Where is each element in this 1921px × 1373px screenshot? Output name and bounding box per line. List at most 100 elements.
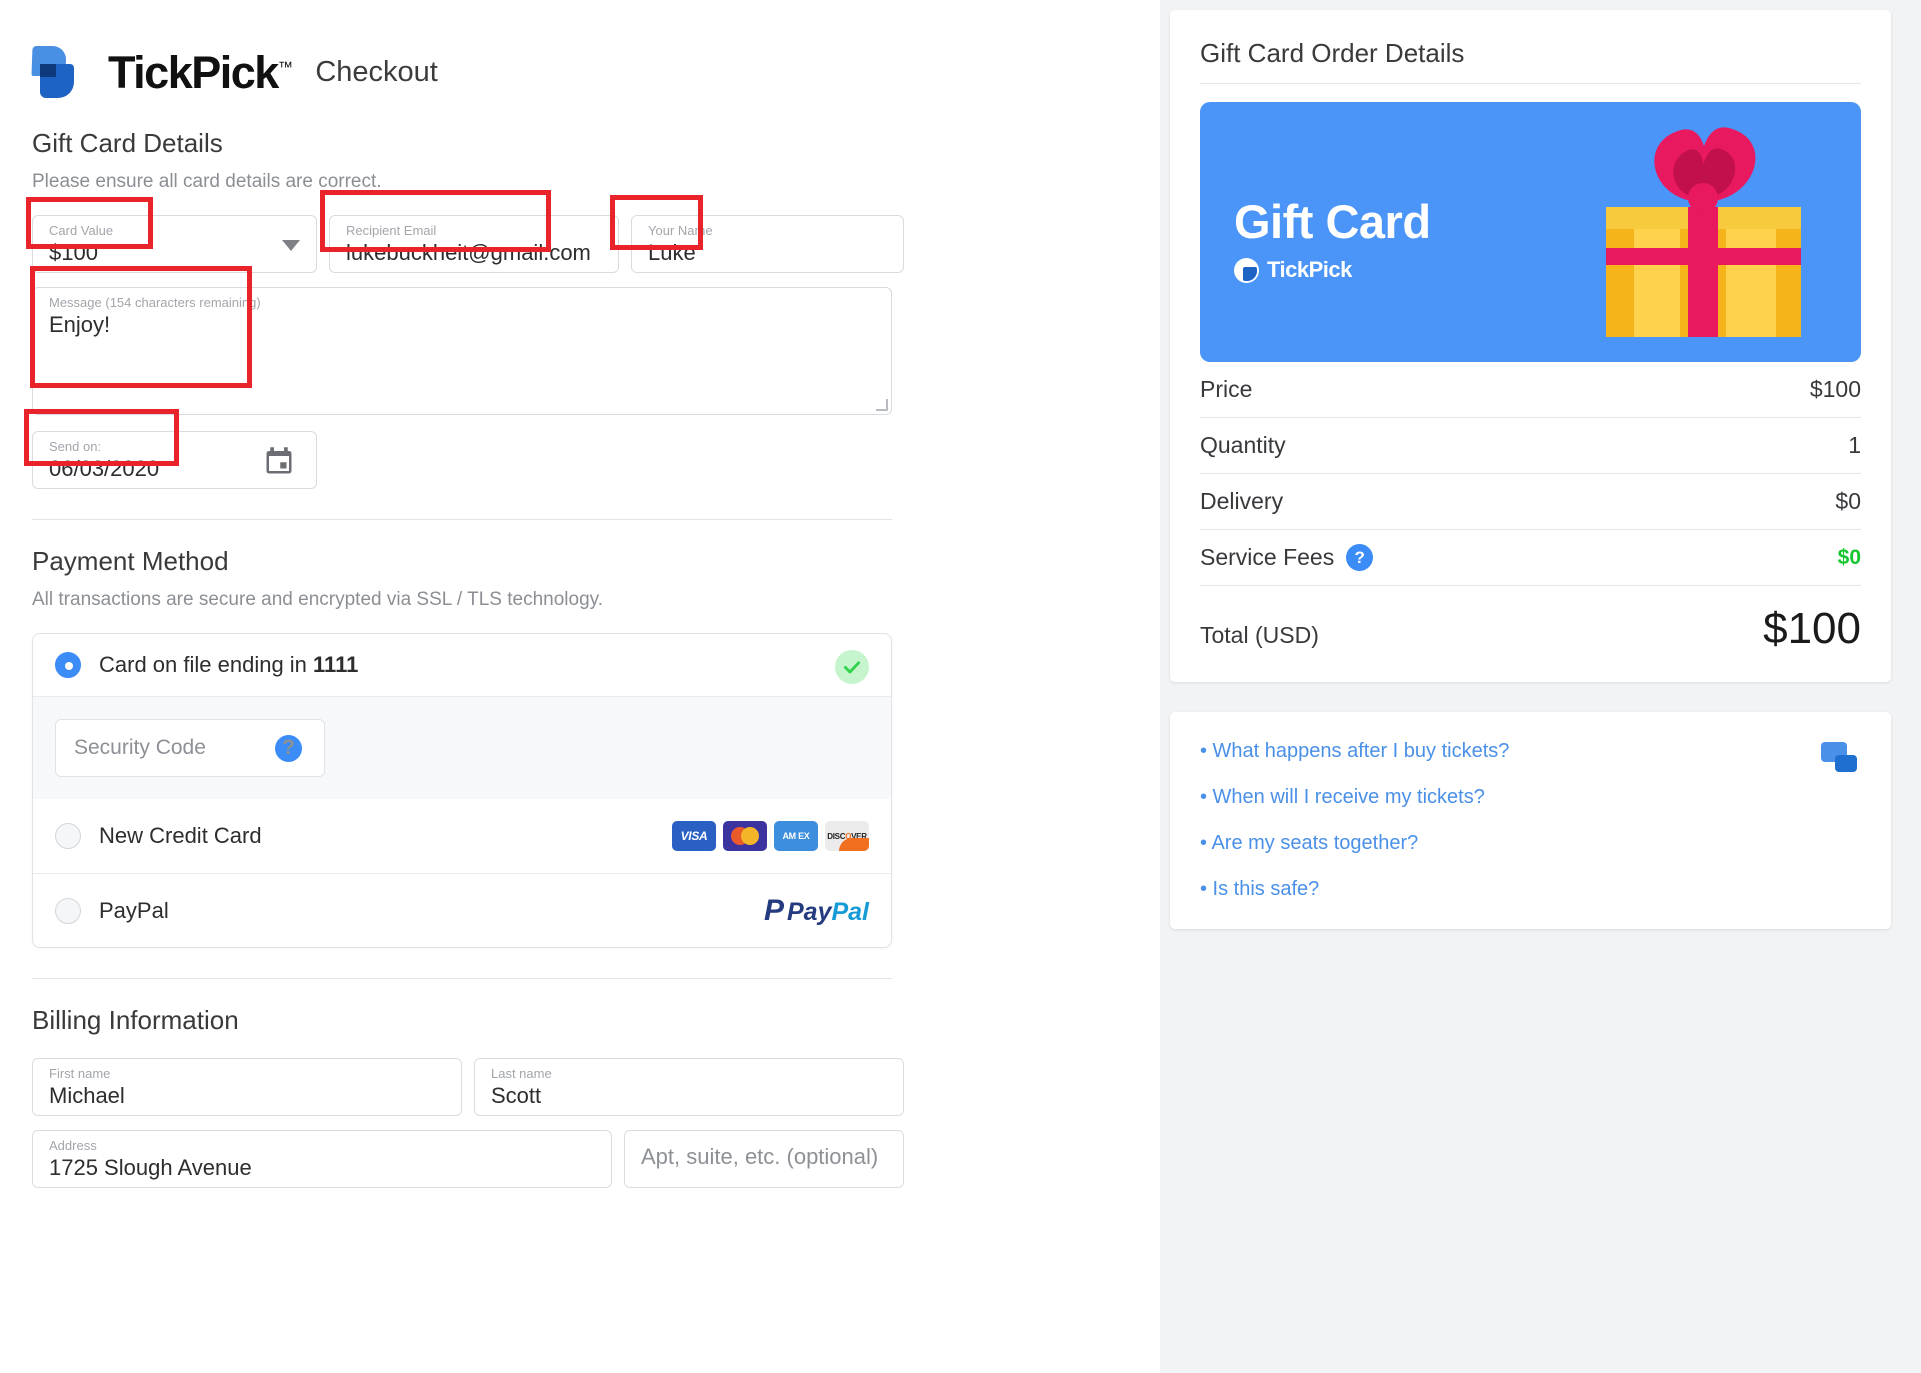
calendar-icon[interactable]	[264, 446, 294, 476]
apt-input[interactable]: Apt, suite, etc. (optional)	[624, 1130, 904, 1188]
payment-option-new-credit-card[interactable]: New Credit Card VISA AM EX DISCOVER	[33, 799, 891, 873]
order-details-panel: Gift Card Order Details Gift Card TickPi…	[1170, 10, 1891, 682]
checkout-form-column: TickPick™ Checkout Gift Card Details Ple…	[0, 0, 1160, 1373]
order-total-key: Total (USD)	[1200, 622, 1319, 649]
page-title: Checkout	[315, 56, 438, 89]
message-textarea[interactable]: Message (154 characters remaining) Enjoy…	[32, 287, 892, 415]
gift-card-art-brand-text: TickPick	[1267, 257, 1352, 283]
order-row-service-fees: Service Fees ? $0	[1200, 530, 1861, 586]
order-row-delivery-key: Delivery	[1200, 488, 1283, 515]
last-name-value: Scott	[491, 1081, 887, 1111]
card-on-file-prefix: Card on file ending in	[99, 652, 313, 677]
address-input[interactable]: Address 1725 Slough Avenue	[32, 1130, 612, 1188]
order-row-quantity: Quantity 1	[1200, 418, 1861, 474]
card-value-label: Card Value	[49, 224, 300, 238]
send-on-label: Send on:	[49, 440, 300, 454]
order-row-quantity-key: Quantity	[1200, 432, 1286, 459]
faq-panel: • What happens after I buy tickets? • Wh…	[1170, 712, 1891, 929]
message-label: Message (154 characters remaining)	[49, 296, 875, 310]
amex-icon: AM EX	[774, 821, 818, 851]
billing-information-heading: Billing Information	[32, 1005, 1160, 1036]
paypal-logo-icon: PPayPal	[764, 894, 869, 928]
card-value-value: $100	[49, 238, 300, 268]
accepted-card-logos: VISA AM EX DISCOVER	[672, 821, 869, 851]
card-on-file-label: Card on file ending in 1111	[99, 652, 358, 678]
radio-card-on-file[interactable]	[55, 652, 81, 678]
order-row-quantity-value: 1	[1848, 432, 1861, 459]
card-value-select[interactable]: Card Value $100	[32, 215, 317, 273]
payment-method-heading: Payment Method	[32, 546, 1160, 577]
gift-card-top-fields: Card Value $100 Recipient Email lukebuck…	[32, 215, 1160, 273]
gift-box-illustration	[1551, 102, 1851, 362]
order-row-delivery: Delivery $0	[1200, 474, 1861, 530]
verified-check-icon	[835, 650, 869, 684]
section-divider-2	[32, 978, 892, 979]
brand-name: TickPick™	[108, 50, 291, 95]
order-row-total: Total (USD) $100	[1200, 586, 1861, 654]
paypal-label: PayPal	[99, 898, 169, 924]
radio-paypal[interactable]	[55, 898, 81, 924]
order-row-price: Price $100	[1200, 362, 1861, 418]
radio-new-credit-card[interactable]	[55, 823, 81, 849]
chat-bubble-icon[interactable]	[1821, 742, 1857, 772]
gift-card-art-brand: TickPick	[1234, 257, 1352, 283]
recipient-email-value: lukebuckheit@gmail.com	[346, 238, 602, 268]
message-value: Enjoy!	[49, 310, 875, 340]
order-row-price-key: Price	[1200, 376, 1252, 403]
tickpick-mark-icon	[1234, 258, 1259, 283]
order-row-service-fees-value: $0	[1838, 546, 1861, 570]
first-name-input[interactable]: First name Michael	[32, 1058, 462, 1116]
billing-address-row: Address 1725 Slough Avenue Apt, suite, e…	[32, 1130, 1160, 1188]
trademark-symbol: ™	[278, 59, 292, 76]
gift-card-art-title: Gift Card	[1234, 194, 1431, 249]
your-name-input[interactable]: Your Name Luke	[631, 215, 904, 273]
first-name-value: Michael	[49, 1081, 445, 1111]
section-divider	[32, 519, 892, 520]
recipient-email-label: Recipient Email	[346, 224, 602, 238]
paypal-logo-b: Pal	[831, 898, 869, 926]
gift-card-image: Gift Card TickPick	[1200, 102, 1861, 362]
send-on-date-input[interactable]: Send on: 06/03/2020	[32, 431, 317, 489]
gift-card-details-subtitle: Please ensure all card details are corre…	[32, 171, 1160, 193]
faq-link-1[interactable]: • What happens after I buy tickets?	[1200, 740, 1861, 763]
faq-link-3[interactable]: • Are my seats together?	[1200, 832, 1861, 855]
tickpick-logo-icon	[32, 46, 88, 98]
faq-link-2[interactable]: • When will I receive my tickets?	[1200, 786, 1861, 809]
gift-card-details-heading: Gift Card Details	[32, 128, 1160, 159]
security-code-placeholder: Security Code	[74, 736, 206, 760]
faq-link-4[interactable]: • Is this safe?	[1200, 878, 1861, 901]
address-label: Address	[49, 1139, 595, 1153]
order-summary-column: Gift Card Order Details Gift Card TickPi…	[1160, 0, 1921, 1373]
resize-handle[interactable]	[876, 399, 888, 411]
order-row-service-fees-label: Service Fees	[1200, 544, 1334, 571]
help-icon-security-code[interactable]: ?	[275, 735, 302, 762]
security-code-input[interactable]: Security Code ?	[55, 719, 325, 777]
your-name-label: Your Name	[648, 224, 887, 238]
title-rule	[1200, 83, 1861, 84]
billing-name-row: First name Michael Last name Scott	[32, 1058, 1160, 1116]
order-details-title: Gift Card Order Details	[1200, 38, 1861, 69]
payment-options: Card on file ending in 1111 Security Cod…	[32, 633, 892, 948]
apt-placeholder: Apt, suite, etc. (optional)	[641, 1131, 887, 1183]
order-total-value: $100	[1763, 604, 1861, 654]
payment-method-subtitle: All transactions are secure and encrypte…	[32, 589, 1160, 611]
paypal-logo-a: Pay	[787, 898, 831, 926]
mastercard-icon	[723, 821, 767, 851]
your-name-value: Luke	[648, 238, 887, 268]
card-on-file-last4: 1111	[313, 652, 358, 677]
order-row-delivery-value: $0	[1835, 488, 1861, 515]
payment-option-card-on-file[interactable]: Card on file ending in 1111	[33, 634, 891, 696]
payment-option-paypal[interactable]: PayPal PPayPal	[33, 873, 891, 947]
order-row-price-value: $100	[1810, 376, 1861, 403]
security-code-section: Security Code ?	[33, 696, 891, 799]
order-row-service-fees-key: Service Fees ?	[1200, 544, 1373, 571]
new-credit-card-label: New Credit Card	[99, 823, 262, 849]
recipient-email-input[interactable]: Recipient Email lukebuckheit@gmail.com	[329, 215, 619, 273]
brand-name-text: TickPick	[108, 47, 278, 98]
address-value: 1725 Slough Avenue	[49, 1153, 595, 1183]
help-icon-service-fees[interactable]: ?	[1346, 544, 1373, 571]
visa-icon: VISA	[672, 821, 716, 851]
last-name-label: Last name	[491, 1067, 887, 1081]
chevron-down-icon[interactable]	[282, 240, 300, 251]
last-name-input[interactable]: Last name Scott	[474, 1058, 904, 1116]
